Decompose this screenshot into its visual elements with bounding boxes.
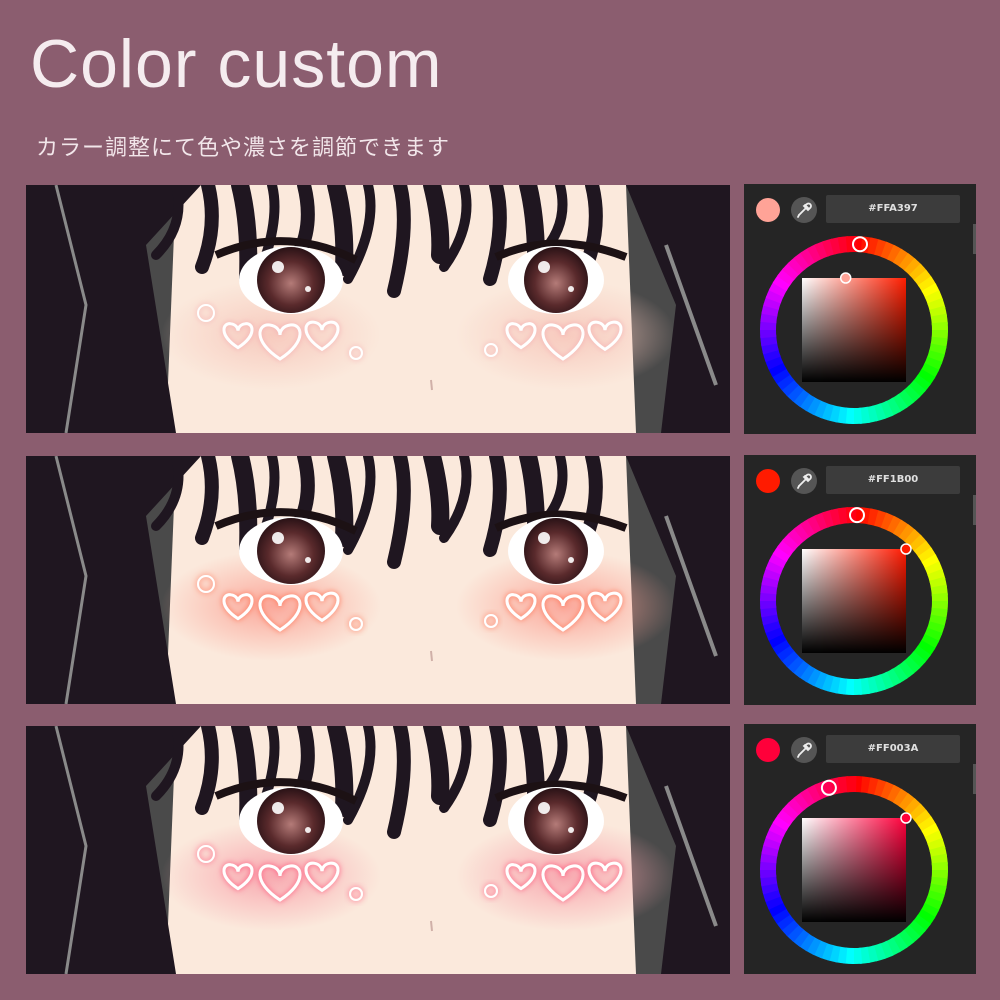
face-preview-1: [26, 185, 730, 433]
color-wheel[interactable]: [758, 774, 950, 970]
color-wheel[interactable]: [758, 505, 950, 701]
scrollbar[interactable]: [973, 495, 976, 525]
page-subtitle: カラー調整にて色や濃さを調節できます: [36, 136, 451, 161]
sv-handle: [839, 272, 852, 284]
sv-handle: [900, 543, 912, 555]
hex-input[interactable]: #FF1B00: [826, 466, 960, 494]
face-preview-3: [26, 726, 730, 974]
color-picker-2[interactable]: #FF1B00: [744, 455, 976, 705]
color-wheel[interactable]: [758, 234, 950, 430]
color-swatch[interactable]: [756, 198, 780, 222]
hex-input[interactable]: #FFA397: [826, 195, 960, 223]
scrollbar[interactable]: [973, 764, 976, 794]
color-swatch[interactable]: [756, 469, 780, 493]
face-preview-2: [26, 456, 730, 704]
hex-input[interactable]: #FF003A: [826, 735, 960, 763]
color-swatch[interactable]: [756, 738, 780, 762]
page-title: Color custom: [30, 26, 443, 102]
color-picker-3[interactable]: #FF003A: [744, 724, 976, 974]
sv-handle: [900, 812, 912, 824]
color-picker-1[interactable]: #FFA397: [744, 184, 976, 434]
eyedropper-icon[interactable]: [791, 197, 817, 223]
eyedropper-icon[interactable]: [791, 468, 817, 494]
eyedropper-icon[interactable]: [791, 737, 817, 763]
scrollbar[interactable]: [973, 224, 976, 254]
